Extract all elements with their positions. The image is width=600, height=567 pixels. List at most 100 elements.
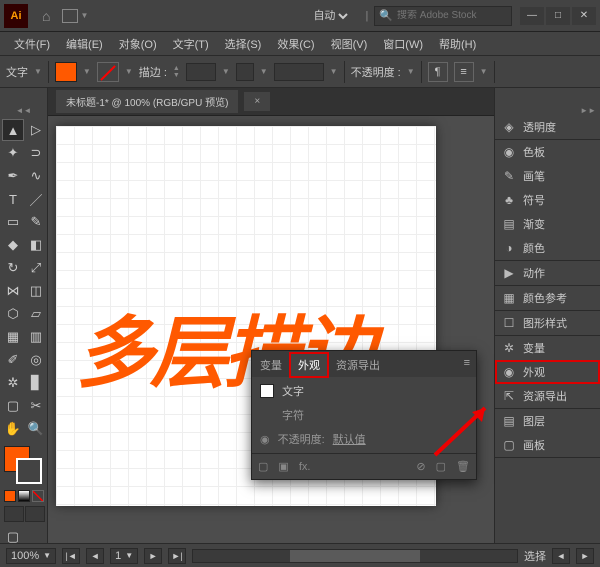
blend-tool[interactable]: ◎ xyxy=(25,349,47,371)
tab-appearance[interactable]: 外观 xyxy=(290,353,328,377)
visibility-icon[interactable]: ◉ xyxy=(260,433,270,446)
appearance-row-opacity[interactable]: ◉ 不透明度: 默认值 xyxy=(252,427,476,451)
add-fill-icon[interactable]: ▣ xyxy=(278,460,288,473)
color-mode[interactable] xyxy=(4,490,16,502)
hand-tool[interactable]: ✋ xyxy=(2,418,24,440)
collapse-icon[interactable]: ◄◄ xyxy=(2,106,45,115)
search-input[interactable] xyxy=(397,10,507,21)
panel-item-符号[interactable]: ♣符号 xyxy=(495,188,600,212)
column-graph-tool[interactable]: ▊ xyxy=(25,372,47,394)
draw-normal[interactable] xyxy=(4,506,24,522)
curvature-tool[interactable]: ∿ xyxy=(25,165,47,187)
home-icon[interactable]: ⌂ xyxy=(42,8,50,24)
panel-item-透明度[interactable]: ◈透明度 xyxy=(495,115,600,139)
clear-icon[interactable]: ⊘ xyxy=(416,460,425,473)
panel-item-外观[interactable]: ◉外观 xyxy=(495,360,600,384)
panel-item-渐变[interactable]: ▤渐变 xyxy=(495,212,600,236)
direct-selection-tool[interactable]: ▷ xyxy=(25,119,47,141)
draw-behind[interactable] xyxy=(25,506,45,522)
panel-item-画板[interactable]: ▢画板 xyxy=(495,433,600,457)
panel-item-画笔[interactable]: ✎画笔 xyxy=(495,164,600,188)
scroll-left-button[interactable]: ◄ xyxy=(552,548,570,564)
menu-window[interactable]: 窗口(W) xyxy=(375,34,431,54)
add-effect-icon[interactable]: fx. xyxy=(299,461,311,473)
panel-item-图形样式[interactable]: ☐图形样式 xyxy=(495,311,600,335)
panel-item-颜色参考[interactable]: ▦颜色参考 xyxy=(495,286,600,310)
add-stroke-icon[interactable]: ▢ xyxy=(258,460,268,473)
stroke-width-profile[interactable] xyxy=(236,63,254,81)
menu-select[interactable]: 选择(S) xyxy=(217,34,270,54)
magic-wand-tool[interactable]: ✦ xyxy=(2,142,24,164)
panel-item-颜色[interactable]: ◑颜色 xyxy=(495,236,600,260)
menu-help[interactable]: 帮助(H) xyxy=(431,34,484,54)
width-tool[interactable]: ⋈ xyxy=(2,280,24,302)
panel-item-图层[interactable]: ▤图层 xyxy=(495,409,600,433)
stroke-weight-input[interactable] xyxy=(186,63,216,81)
rectangle-tool[interactable]: ▭ xyxy=(2,211,24,233)
type-tool[interactable]: T xyxy=(2,188,24,210)
menu-view[interactable]: 视图(V) xyxy=(323,34,376,54)
lasso-tool[interactable]: ⊃ xyxy=(25,142,47,164)
screen-mode[interactable]: ▢ xyxy=(2,526,24,548)
free-transform-tool[interactable]: ◫ xyxy=(25,280,47,302)
brush-definition[interactable] xyxy=(274,63,324,81)
maximize-button[interactable]: □ xyxy=(546,7,570,25)
line-tool[interactable]: ／ xyxy=(25,188,47,210)
shaper-tool[interactable]: ◆ xyxy=(2,234,24,256)
first-artboard-button[interactable]: |◄ xyxy=(62,548,80,564)
gradient-mode[interactable] xyxy=(18,490,30,502)
gradient-tool[interactable]: ▥ xyxy=(25,326,47,348)
prev-artboard-button[interactable]: ◄ xyxy=(86,548,104,564)
menu-effect[interactable]: 效果(C) xyxy=(269,34,322,54)
fill-stroke-control[interactable] xyxy=(2,446,45,486)
close-button[interactable]: ✕ xyxy=(572,7,596,25)
artboard-number[interactable]: 1▼ xyxy=(110,548,138,564)
tab-variables[interactable]: 变量 xyxy=(252,353,290,377)
para-panel-toggle[interactable]: ≡ xyxy=(454,62,474,82)
next-artboard-button[interactable]: ► xyxy=(144,548,162,564)
scale-tool[interactable]: ⤢ xyxy=(25,257,47,279)
panel-item-动作[interactable]: ▶动作 xyxy=(495,261,600,285)
horizontal-scrollbar[interactable] xyxy=(192,549,518,563)
collapse-icon[interactable]: ►► xyxy=(495,106,600,115)
delete-icon[interactable]: 🗑 xyxy=(456,460,470,473)
selection-tool[interactable]: ▲ xyxy=(2,119,24,141)
paintbrush-tool[interactable]: ✎ xyxy=(25,211,47,233)
none-mode[interactable] xyxy=(32,490,44,502)
scroll-right-button[interactable]: ► xyxy=(576,548,594,564)
rotate-tool[interactable]: ↻ xyxy=(2,257,24,279)
close-tab-icon[interactable]: × xyxy=(244,92,270,111)
appearance-row-text[interactable]: 文字 xyxy=(252,379,476,403)
stroke-color[interactable] xyxy=(16,458,42,484)
zoom-level[interactable]: 100%▼ xyxy=(6,548,56,564)
panel-item-变量[interactable]: ✲变量 xyxy=(495,336,600,360)
stroke-swatch[interactable] xyxy=(97,62,119,82)
mesh-tool[interactable]: ▦ xyxy=(2,326,24,348)
fill-swatch[interactable] xyxy=(55,62,77,82)
menu-text[interactable]: 文字(T) xyxy=(165,34,217,54)
menu-edit[interactable]: 编辑(E) xyxy=(58,34,111,54)
panel-menu-icon[interactable]: ≡ xyxy=(464,357,470,369)
appearance-row-char[interactable]: 字符 xyxy=(252,403,476,427)
shape-builder-tool[interactable]: ⬡ xyxy=(2,303,24,325)
pen-tool[interactable]: ✒ xyxy=(2,165,24,187)
last-artboard-button[interactable]: ►| xyxy=(168,548,186,564)
search-box[interactable]: 🔍 xyxy=(374,6,512,26)
artboard-tool[interactable]: ▢ xyxy=(2,395,24,417)
panel-item-色板[interactable]: ◉色板 xyxy=(495,140,600,164)
tab-asset-export[interactable]: 资源导出 xyxy=(328,353,388,377)
panel-item-资源导出[interactable]: ⇱资源导出 xyxy=(495,384,600,408)
slice-tool[interactable]: ✂ xyxy=(25,395,47,417)
document-tab[interactable]: 未标题-1* @ 100% (RGB/GPU 预览) xyxy=(56,90,238,113)
eraser-tool[interactable]: ◧ xyxy=(25,234,47,256)
menu-file[interactable]: 文件(F) xyxy=(6,34,58,54)
menu-object[interactable]: 对象(O) xyxy=(111,34,165,54)
char-panel-toggle[interactable]: ¶ xyxy=(428,62,448,82)
perspective-tool[interactable]: ▱ xyxy=(25,303,47,325)
duplicate-icon[interactable]: ▢ xyxy=(436,460,446,473)
eyedropper-tool[interactable]: ✐ xyxy=(2,349,24,371)
layout-dropdown[interactable]: 自动 xyxy=(309,9,351,23)
zoom-tool[interactable]: 🔍 xyxy=(25,418,47,440)
symbol-sprayer-tool[interactable]: ✲ xyxy=(2,372,24,394)
minimize-button[interactable]: — xyxy=(520,7,544,25)
